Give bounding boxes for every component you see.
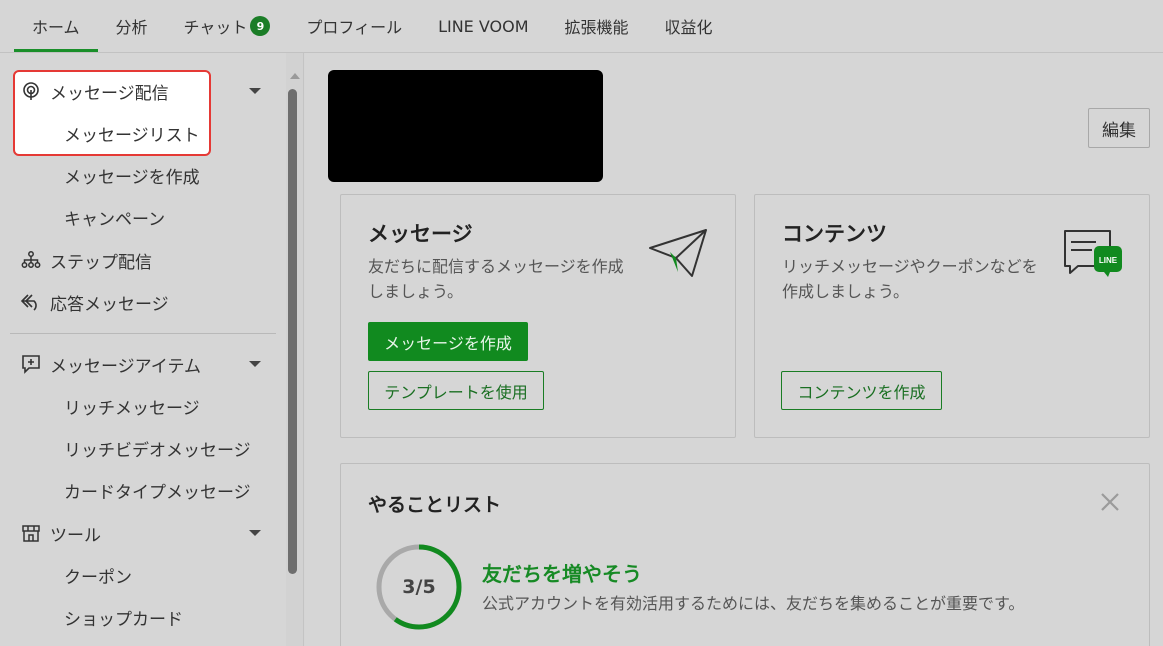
- tab-line-voom-label: LINE VOOM: [438, 16, 529, 36]
- tab-analytics[interactable]: 分析: [98, 0, 166, 52]
- tab-profile-label: プロフィール: [306, 18, 403, 37]
- tab-home[interactable]: ホーム: [14, 0, 98, 52]
- sidebar-item-broadcast-label: メッセージ配信: [50, 83, 169, 104]
- line-chat-icon-text: LINE: [1099, 256, 1118, 265]
- sidebar-item-rich-video[interactable]: リッチビデオメッセージ: [64, 427, 251, 469]
- progress-label: 3/5: [402, 576, 436, 598]
- sidebar-item-step-label: ステップ配信: [50, 252, 152, 273]
- sidebar-item-campaign[interactable]: キャンペーン: [64, 196, 165, 238]
- tab-analytics-label: 分析: [115, 18, 148, 37]
- contents-card-desc-line2: 作成しましょう。: [782, 282, 910, 301]
- sidebar-item-card-message[interactable]: カードタイプメッセージ: [64, 469, 251, 511]
- create-contents-button[interactable]: コンテンツを作成: [781, 371, 942, 410]
- chat-count-badge: 9: [250, 16, 271, 36]
- tab-extensions[interactable]: 拡張機能: [547, 0, 647, 52]
- sidebar-item-tools-label: ツール: [50, 525, 101, 546]
- top-nav: ホーム 分析 チャット 9 プロフィール LINE VOOM 拡張機能 収益化: [0, 0, 1163, 53]
- sidebar-item-auto-reply[interactable]: 応答メッセージ: [0, 281, 286, 323]
- step-tree-icon: [18, 249, 44, 271]
- sidebar-item-broadcast[interactable]: メッセージ配信: [0, 70, 286, 112]
- contents-card-title: コンテンツ: [782, 222, 887, 246]
- line-chat-icon: LINE: [1064, 230, 1122, 277]
- chevron-down-icon[interactable]: [249, 530, 261, 536]
- sidebar-item-auto-reply-label: 応答メッセージ: [50, 294, 169, 315]
- paper-plane-icon: [649, 229, 707, 277]
- redacted-account-banner: [328, 70, 603, 182]
- sidebar-item-message-items-label: メッセージアイテム: [50, 356, 201, 377]
- todo-title: やることリスト: [368, 494, 502, 516]
- chevron-down-icon[interactable]: [249, 361, 261, 367]
- message-plus-icon: [18, 353, 44, 375]
- message-card-desc-line2: しましょう。: [368, 282, 464, 301]
- tab-monetization-label: 収益化: [664, 18, 713, 37]
- sidebar-item-tools[interactable]: ツール: [0, 512, 286, 554]
- chevron-down-icon[interactable]: [249, 88, 261, 94]
- todo-description: 公式アカウントを有効活用するためには、友だちを集めることが重要です。: [482, 594, 1025, 613]
- tab-line-voom[interactable]: LINE VOOM: [420, 0, 546, 52]
- broadcast-icon: [18, 80, 44, 102]
- message-card-desc-line1: 友だちに配信するメッセージを作成: [368, 257, 624, 276]
- tab-profile[interactable]: プロフィール: [288, 0, 420, 52]
- sidebar-item-create-message[interactable]: メッセージを作成: [64, 154, 200, 196]
- sidebar-item-shop-card[interactable]: ショップカード: [64, 596, 183, 638]
- sidebar-item-step[interactable]: ステップ配信: [0, 239, 286, 281]
- sidebar-item-coupon[interactable]: クーポン: [64, 554, 132, 596]
- edit-button[interactable]: 編集: [1088, 108, 1150, 148]
- reply-icon: [18, 291, 44, 313]
- tab-monetization[interactable]: 収益化: [647, 0, 731, 52]
- todo-heading-link[interactable]: 友だちを増やそう: [482, 558, 642, 587]
- sidebar-item-message-list[interactable]: メッセージリスト: [64, 112, 200, 154]
- sidebar-divider: [10, 333, 276, 334]
- sidebar-item-rich-message[interactable]: リッチメッセージ: [64, 385, 200, 427]
- create-message-button[interactable]: メッセージを作成: [368, 322, 528, 361]
- message-card-title: メッセージ: [368, 222, 473, 246]
- contents-card-desc-line1: リッチメッセージやクーポンなどを: [782, 257, 1038, 276]
- close-icon[interactable]: [1098, 490, 1122, 514]
- sidebar-scrollbar[interactable]: [286, 53, 304, 646]
- tab-extensions-label: 拡張機能: [564, 18, 629, 37]
- sidebar-item-message-items[interactable]: メッセージアイテム: [0, 343, 286, 385]
- tab-chat-label: チャット: [183, 18, 248, 37]
- tab-home-label: ホーム: [32, 18, 80, 37]
- scroll-up-arrow-icon[interactable]: [290, 73, 300, 79]
- scrollbar-thumb[interactable]: [288, 89, 297, 574]
- shop-icon: [18, 522, 44, 544]
- tab-chat[interactable]: チャット 9: [166, 0, 289, 52]
- use-template-button[interactable]: テンプレートを使用: [368, 371, 544, 410]
